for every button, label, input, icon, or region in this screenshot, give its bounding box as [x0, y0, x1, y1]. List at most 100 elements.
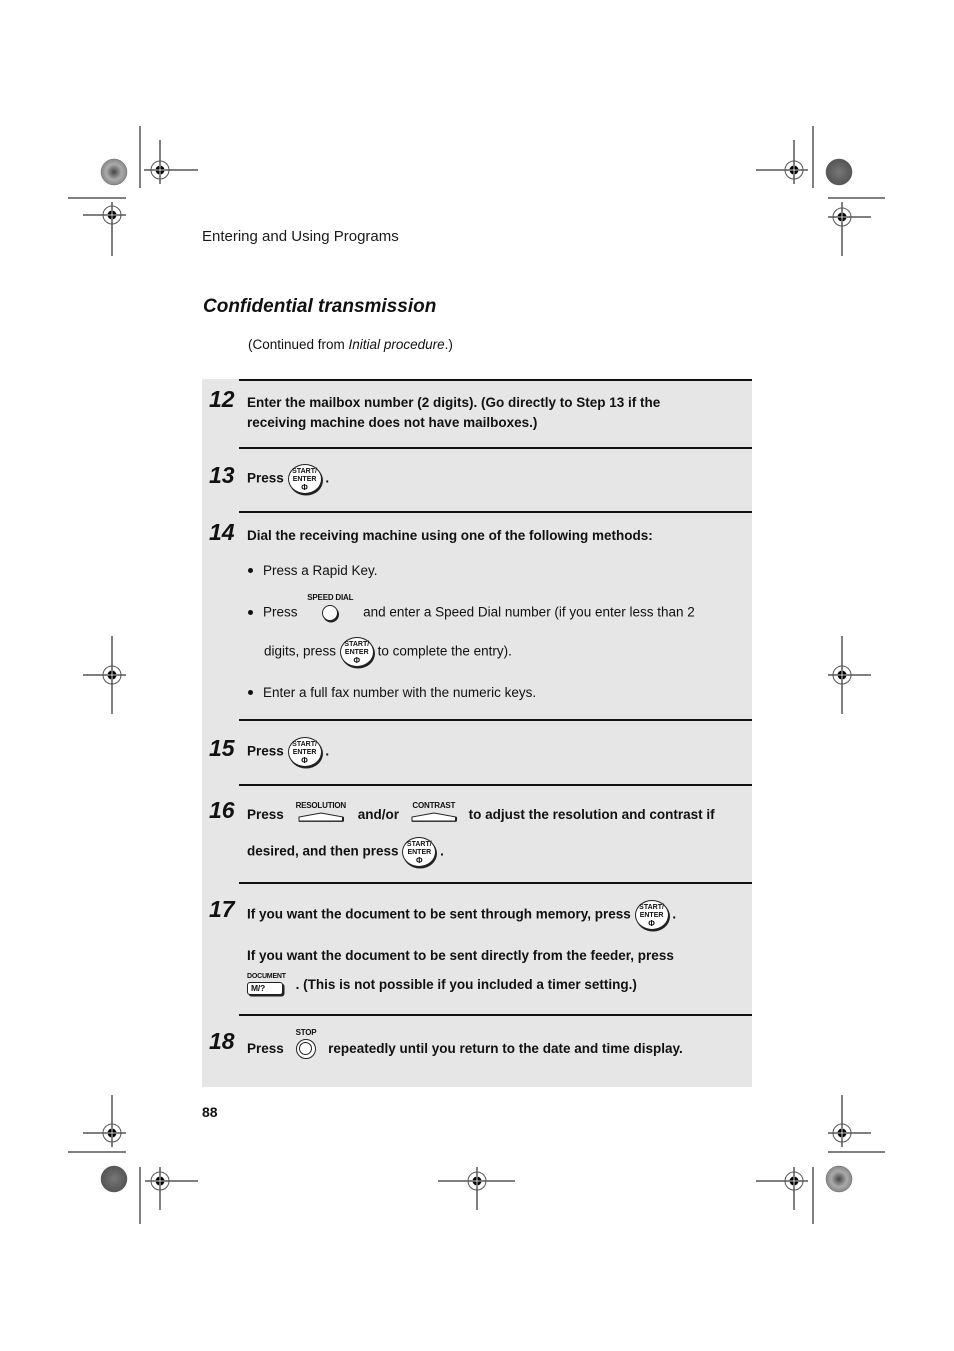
step-text: .	[325, 470, 330, 486]
step-number: 12	[209, 386, 235, 412]
key-label: ENTER	[407, 849, 432, 856]
step-text-line: Enter the mailbox number (2 digits). (Go…	[247, 395, 661, 410]
step-text-line: Press RESOLUTION and/or CONTRAST to adju…	[247, 801, 715, 826]
bullet-text: Press	[263, 604, 298, 620]
step-text: and/or	[357, 807, 400, 823]
speed-dial-button-shape	[322, 605, 339, 621]
key-label: ENTER	[344, 649, 369, 656]
section-title: Confidential transmission	[203, 296, 437, 317]
key-label: ENTER	[639, 912, 664, 919]
step-number: 17	[209, 896, 235, 922]
start-symbol-icon: Φ	[301, 483, 308, 492]
crop-mark-bottom-left	[68, 1095, 198, 1224]
key-label: DOCUMENT	[247, 973, 286, 980]
key-label: START/	[639, 904, 664, 911]
resolution-button-shape	[298, 812, 344, 822]
start-enter-key-icon: START/ENTER Φ	[339, 637, 374, 667]
bullet-text: Enter a full fax number with the numeric…	[263, 685, 537, 700]
step-number: 18	[209, 1028, 235, 1054]
bullet-icon	[248, 609, 253, 615]
speed-dial-key-icon: SPEED DIAL	[307, 593, 353, 621]
key-label: ENTER	[292, 476, 317, 483]
step-intro: Dial the receiving machine using one of …	[247, 528, 653, 543]
step-text: . (This is not possible if you included …	[295, 977, 637, 993]
crop-mark-bottom-center	[438, 1167, 515, 1210]
key-label: START/	[292, 468, 317, 475]
step-text: Press	[247, 1041, 284, 1057]
bullet-icon	[248, 567, 253, 573]
step-text: Press	[247, 743, 284, 759]
contrast-button-shape	[411, 812, 457, 822]
bullet-text: Press a Rapid Key.	[263, 563, 378, 578]
key-label: CONTRAST	[412, 801, 456, 810]
bullet-icon	[248, 689, 253, 695]
start-enter-key-icon: START/ENTER Φ	[287, 737, 322, 767]
continued-suffix: .)	[444, 337, 453, 352]
step-number: 13	[209, 462, 235, 488]
crop-mark-top-right	[756, 126, 885, 256]
bullet-item: Press a Rapid Key.	[248, 563, 378, 578]
step-text-line: DOCUMENT M/? . (This is not possible if y…	[247, 972, 637, 997]
bullet-item: Enter a full fax number with the numeric…	[248, 685, 536, 700]
crop-mark-bottom-right	[756, 1095, 885, 1224]
key-label: ENTER	[292, 749, 317, 756]
contrast-key-icon: CONTRAST	[411, 801, 457, 822]
start-symbol-icon: Φ	[648, 919, 655, 928]
continued-reference: Initial procedure	[348, 337, 445, 352]
step-text-line: If you want the document to be sent thro…	[247, 900, 676, 930]
step-text: Press	[247, 807, 284, 823]
page-number: 88	[202, 1104, 218, 1120]
step-text-line: Press STOP repeatedly until you return t…	[247, 1028, 683, 1065]
crop-mark-mid-left	[83, 636, 126, 714]
bullet-text: and enter a Speed Dial number (if you en…	[363, 604, 695, 620]
start-symbol-icon: Φ	[301, 756, 308, 765]
start-enter-key-icon: START/ENTER Φ	[402, 837, 437, 867]
step-text-line: If you want the document to be sent dire…	[247, 948, 674, 963]
step-text: .	[325, 743, 330, 759]
key-label: START/	[406, 841, 432, 848]
bullet-text: to complete the entry).	[377, 643, 512, 659]
start-enter-key-icon: START/ENTER Φ	[287, 464, 322, 494]
key-label: SPEED DIAL	[307, 593, 354, 602]
step-divider	[239, 719, 752, 721]
start-enter-key-icon: START/ENTER Φ	[634, 900, 669, 930]
step-text: repeatedly until you return to the date …	[328, 1041, 683, 1057]
running-header: Entering and Using Programs	[202, 228, 399, 245]
step-text: .	[440, 843, 444, 859]
step-text-line: receiving machine does not have mailboxe…	[247, 415, 538, 430]
step-number: 15	[209, 735, 235, 761]
step-text-line: Press START/ENTER Φ .	[247, 464, 329, 494]
step-text-line: Press START/ENTER Φ .	[247, 737, 329, 767]
bullet-item: Press SPEED DIAL and enter a Speed Dial …	[248, 593, 695, 627]
key-label: START/	[292, 741, 317, 748]
start-symbol-icon: Φ	[353, 656, 361, 665]
key-label: STOP	[295, 1028, 317, 1037]
step-divider	[239, 379, 752, 381]
document-key-icon: DOCUMENT M/?	[247, 972, 286, 995]
step-divider	[239, 447, 752, 449]
bullet-continuation: digits, press START/ENTER Φ to complete t…	[264, 637, 512, 667]
step-text: .	[672, 906, 677, 922]
resolution-key-icon: RESOLUTION	[296, 801, 346, 822]
crop-mark-top-left	[68, 126, 198, 256]
continued-note: (Continued from Initial procedure.)	[248, 337, 453, 352]
stop-button-shape	[295, 1039, 316, 1059]
start-symbol-icon: Φ	[416, 856, 423, 865]
step-number: 14	[209, 519, 235, 545]
continued-prefix: (Continued from	[248, 337, 349, 352]
step-number: 16	[209, 797, 235, 823]
key-label: RESOLUTION	[295, 801, 347, 810]
step-divider	[239, 1014, 752, 1016]
crop-mark-mid-right	[828, 636, 871, 714]
step-divider	[239, 784, 752, 786]
stop-key-icon: STOP	[296, 1028, 317, 1059]
step-text: Press	[247, 470, 284, 486]
step-text: to adjust the resolution and contrast if	[468, 807, 715, 823]
bullet-text: digits, press	[264, 643, 337, 659]
step-text: If you want the document to be sent thro…	[247, 906, 631, 922]
key-label: START/	[344, 641, 370, 648]
step-text: desired, and then press	[247, 843, 399, 859]
stop-inner-ring	[298, 1042, 312, 1055]
step-divider	[239, 511, 752, 513]
step-divider	[239, 882, 752, 884]
